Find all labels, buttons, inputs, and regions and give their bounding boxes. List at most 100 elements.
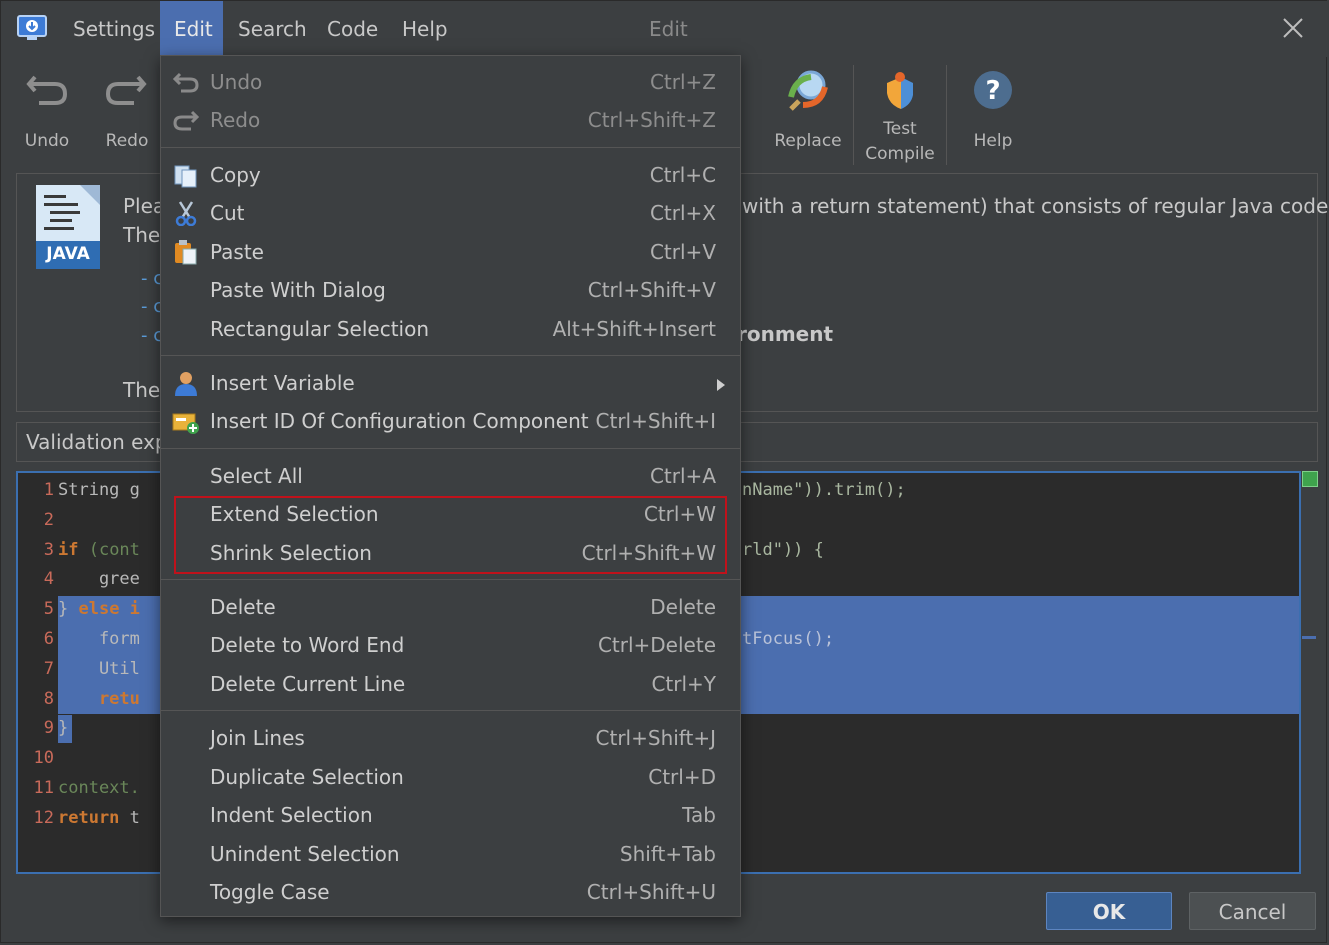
description-bottom-line: The xyxy=(123,378,161,402)
line-number: 12 xyxy=(33,807,54,828)
line-number: 3 xyxy=(43,539,54,560)
menu-separator xyxy=(161,147,740,148)
test-compile-label-2[interactable]: Compile xyxy=(861,142,939,167)
menu-item-shortcut: Ctrl+A xyxy=(649,464,716,488)
code-text: (cont xyxy=(78,539,140,560)
menu-help[interactable]: Help xyxy=(388,1,462,57)
code-keyword: retu xyxy=(58,688,140,709)
code-line-left: return t xyxy=(58,808,140,828)
menu-settings[interactable]: Settings xyxy=(59,1,169,57)
menu-item-paste[interactable]: Paste Ctrl+V xyxy=(161,233,740,271)
menu-item-shortcut: Ctrl+V xyxy=(649,240,716,264)
menu-item-unindent-selection[interactable]: Unindent Selection Shift+Tab xyxy=(161,835,740,873)
menu-item-cut[interactable]: Cut Ctrl+X xyxy=(161,194,740,232)
line-number: 8 xyxy=(43,688,54,709)
paste-icon xyxy=(172,239,200,265)
code-text: context. xyxy=(58,778,140,798)
code-line-left: context. xyxy=(58,778,140,798)
redo-icon[interactable] xyxy=(104,69,148,109)
toolbar-separator xyxy=(853,65,854,165)
line-number: 5 xyxy=(43,599,54,620)
description-line-1-right: with a return statement) that consists o… xyxy=(742,194,1329,218)
menu-item-label: Toggle Case xyxy=(210,880,330,904)
menu-item-label: Insert Variable xyxy=(210,371,355,395)
submenu-arrow-icon xyxy=(716,376,726,391)
menu-separator xyxy=(161,355,740,356)
menu-item-shortcut: Delete xyxy=(650,595,716,619)
menu-item-label: Paste With Dialog xyxy=(210,278,386,302)
line-number: 6 xyxy=(43,629,54,649)
menu-item-insert-variable[interactable]: Insert Variable xyxy=(161,364,740,402)
help-button-label[interactable]: Help xyxy=(959,129,1027,154)
menu-item-redo[interactable]: Redo Ctrl+Shift+Z xyxy=(161,101,740,139)
menu-item-paste-with-dialog[interactable]: Paste With Dialog Ctrl+Shift+V xyxy=(161,271,740,309)
code-line-left: gree xyxy=(58,569,140,589)
menu-item-label: Delete Current Line xyxy=(210,672,406,696)
menu-separator xyxy=(161,710,740,711)
menu-item-label: Delete xyxy=(210,595,276,619)
menu-separator xyxy=(161,579,740,580)
help-icon[interactable]: ? xyxy=(972,69,1014,111)
menu-item-delete[interactable]: Delete Delete xyxy=(161,588,740,626)
code-text: String g xyxy=(58,480,140,500)
menu-item-duplicate-selection[interactable]: Duplicate Selection Ctrl+D xyxy=(161,758,740,796)
menu-item-label: Rectangular Selection xyxy=(210,317,430,341)
error-stripe-marker[interactable] xyxy=(1302,471,1318,487)
menu-item-shortcut: Ctrl+Shift+I xyxy=(595,409,716,433)
test-compile-icon[interactable] xyxy=(879,69,921,111)
menu-item-select-all[interactable]: Select All Ctrl+A xyxy=(161,457,740,495)
menu-edit[interactable]: Edit xyxy=(160,1,223,57)
menu-item-delete-current-line[interactable]: Delete Current Line Ctrl+Y xyxy=(161,665,740,703)
menu-item-rectangular-selection[interactable]: Rectangular Selection Alt+Shift+Insert xyxy=(161,310,740,348)
menu-item-label: Paste xyxy=(210,240,264,264)
undo-button-label[interactable]: Undo xyxy=(17,129,77,154)
close-icon[interactable] xyxy=(1280,15,1306,41)
menu-item-copy[interactable]: Copy Ctrl+C xyxy=(161,156,740,194)
code-line-left: String g xyxy=(58,480,140,500)
menu-item-shortcut: Ctrl+C xyxy=(649,163,716,187)
menu-item-shortcut: Ctrl+Shift+U xyxy=(586,880,716,904)
java-logo-text: JAVA xyxy=(46,244,90,264)
line-number: 4 xyxy=(43,569,54,590)
menu-item-undo[interactable]: Undo Ctrl+Z xyxy=(161,63,740,101)
code-keyword: if xyxy=(58,539,79,560)
code-line-left: Util xyxy=(58,659,140,679)
menu-item-label: Join Lines xyxy=(210,726,305,750)
menu-item-insert-id[interactable]: Insert ID Of Configuration Component Ctr… xyxy=(161,402,740,440)
code-line-left: if (cont xyxy=(58,540,140,560)
menu-item-shortcut: Ctrl+X xyxy=(649,201,716,225)
code-text: Util xyxy=(58,658,140,679)
redo-button-label[interactable]: Redo xyxy=(97,129,157,154)
menu-item-join-lines[interactable]: Join Lines Ctrl+Shift+J xyxy=(161,719,740,757)
menu-item-shortcut: Ctrl+Z xyxy=(649,70,716,94)
menu-item-label: Unindent Selection xyxy=(210,842,400,866)
validation-label: Validation exp xyxy=(26,430,168,454)
menu-search[interactable]: Search xyxy=(224,1,321,57)
replace-button-label[interactable]: Replace xyxy=(771,129,845,154)
menu-item-label: Redo xyxy=(210,108,261,132)
line-number: 10 xyxy=(33,748,54,769)
menu-item-delete-to-word-end[interactable]: Delete to Word End Ctrl+Delete xyxy=(161,626,740,664)
menu-item-label: Cut xyxy=(210,201,245,225)
code-line-right: nName")).trim(); xyxy=(742,480,906,500)
menu-item-shortcut: Ctrl+Shift+J xyxy=(595,726,716,750)
ok-button[interactable]: OK xyxy=(1046,892,1172,930)
test-compile-label-1[interactable]: Test xyxy=(861,117,939,142)
menu-item-label: Undo xyxy=(210,70,263,94)
menu-item-indent-selection[interactable]: Indent Selection Tab xyxy=(161,796,740,834)
undo-icon[interactable] xyxy=(25,69,69,109)
menu-code[interactable]: Code xyxy=(313,1,392,57)
window-title: Edit xyxy=(649,17,688,41)
menu-item-label: Duplicate Selection xyxy=(210,765,404,789)
svg-text:?: ? xyxy=(985,76,1000,106)
copy-icon xyxy=(172,162,200,188)
replace-icon[interactable] xyxy=(785,67,831,113)
dialog-window: Settings Edit Search Code Help Edit Undo… xyxy=(0,0,1329,943)
code-text: form xyxy=(58,629,140,649)
menu-item-label: Insert ID Of Configuration Component xyxy=(210,409,589,433)
edit-menu-dropdown: Undo Ctrl+Z Redo Ctrl+Shift+Z Copy Ctrl+… xyxy=(160,55,741,917)
cancel-button[interactable]: Cancel xyxy=(1189,892,1316,930)
error-stripe-marker[interactable] xyxy=(1302,636,1316,639)
menu-item-toggle-case[interactable]: Toggle Case Ctrl+Shift+U xyxy=(161,873,740,911)
menu-item-shortcut: Ctrl+D xyxy=(648,765,716,789)
